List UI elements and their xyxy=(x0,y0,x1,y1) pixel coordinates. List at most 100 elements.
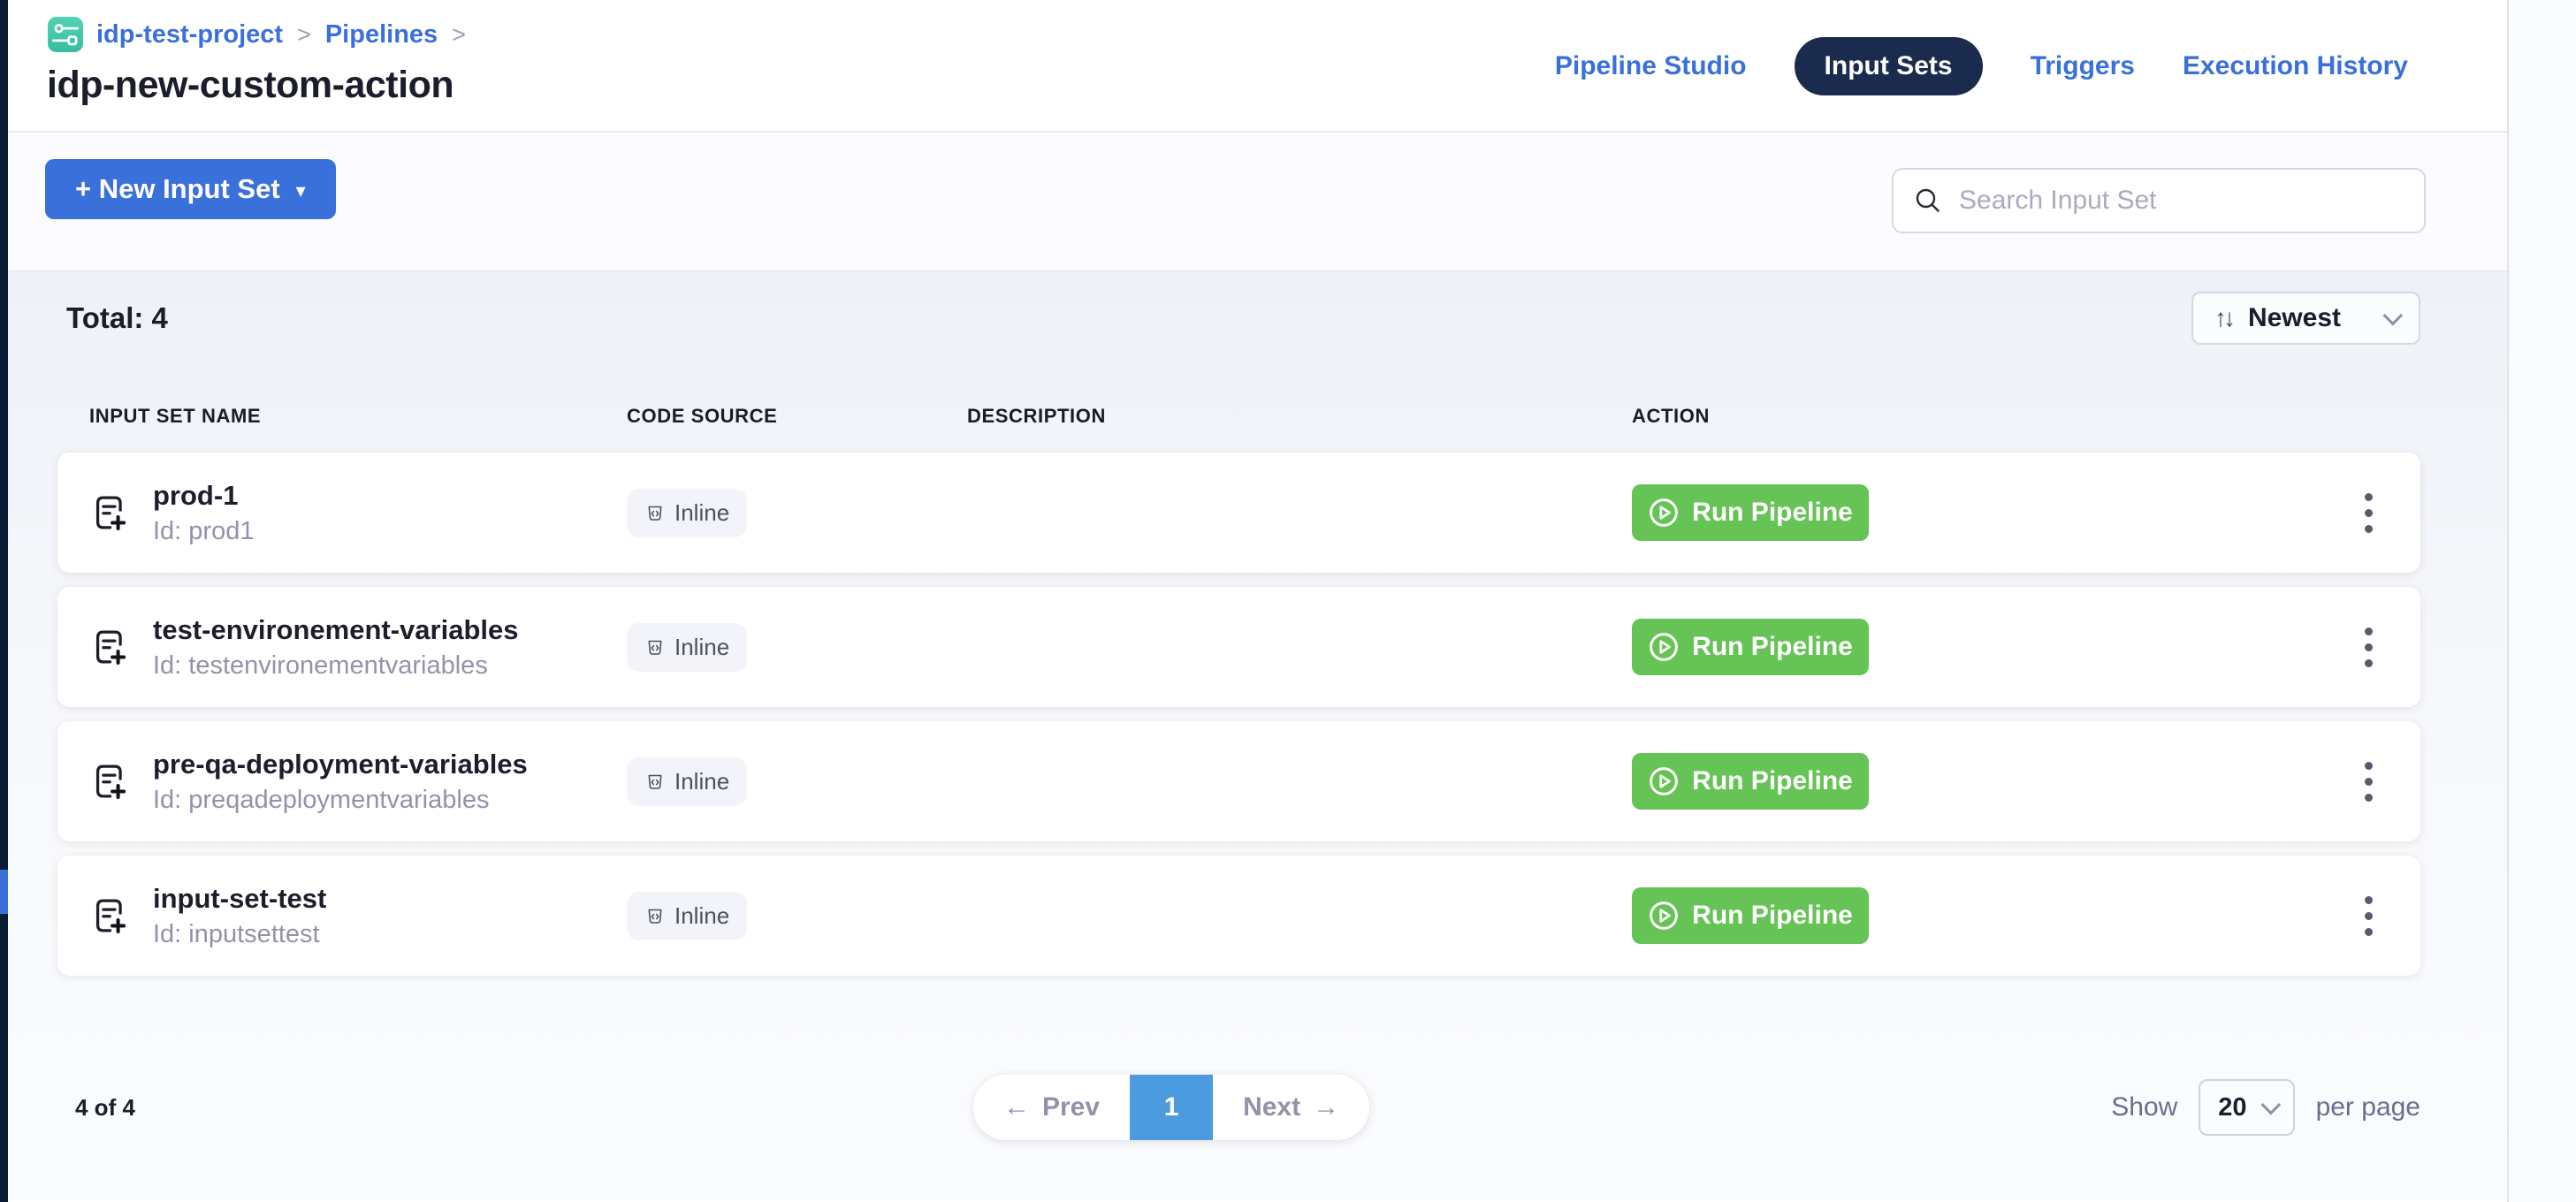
input-set-name: prod-1 xyxy=(153,480,254,512)
per-page-label: per page xyxy=(2316,1092,2420,1122)
input-set-icon xyxy=(89,492,130,533)
breadcrumb-project-link[interactable]: idp-test-project xyxy=(96,20,283,49)
action-cell: Run Pipeline xyxy=(1632,753,2314,810)
pagination-count: 4 of 4 xyxy=(57,1094,135,1122)
arrow-left-icon: ← xyxy=(1003,1092,1030,1122)
screen: idp-test-project > Pipelines > idp-new-c… xyxy=(0,0,2576,1202)
pipeline-tabs: Pipeline Studio Input Sets Triggers Exec… xyxy=(1555,0,2408,133)
pagination-row: 4 of 4 ← Prev 1 Next → Show 20 xyxy=(57,1068,2420,1147)
table-header-row: INPUT SET NAME CODE SOURCE DESCRIPTION A… xyxy=(57,405,2420,428)
run-pipeline-button[interactable]: Run Pipeline xyxy=(1632,484,1869,541)
chevron-down-icon xyxy=(2260,1095,2281,1115)
code-source-cell: Inline xyxy=(627,892,967,940)
page-size-control: Show 20 per page xyxy=(2111,1079,2420,1136)
page-header: idp-test-project > Pipelines > idp-new-c… xyxy=(8,0,2507,133)
input-set-name-cell: input-set-test Id: inputsettest xyxy=(89,883,627,949)
new-input-set-label: + New Input Set xyxy=(75,173,280,205)
toolbar: + New Input Set ▾ xyxy=(8,133,2507,272)
input-set-id: Id: prod1 xyxy=(153,517,254,546)
play-icon xyxy=(1648,900,1680,932)
run-pipeline-button[interactable]: Run Pipeline xyxy=(1632,753,1869,810)
list-meta-row: Total: 4 ↑↓ Newest xyxy=(57,272,2420,345)
main-panel: idp-test-project > Pipelines > idp-new-c… xyxy=(8,0,2507,1202)
code-source-badge: Inline xyxy=(627,489,747,537)
sidebar-active-indicator xyxy=(0,870,8,914)
breadcrumb-separator: > xyxy=(450,21,468,49)
code-source-cell: Inline xyxy=(627,489,967,537)
new-input-set-button[interactable]: + New Input Set ▾ xyxy=(45,159,336,219)
code-source-cell: Inline xyxy=(627,757,967,806)
row-menu-button[interactable] xyxy=(2349,884,2389,948)
pipelines-logo-icon xyxy=(47,16,84,53)
play-icon xyxy=(1648,765,1680,797)
input-set-name-cell: pre-qa-deployment-variables Id: preqadep… xyxy=(89,749,627,815)
column-header-action: ACTION xyxy=(1632,405,2314,428)
row-menu-button[interactable] xyxy=(2349,481,2389,545)
input-set-name: pre-qa-deployment-variables xyxy=(153,749,528,780)
total-count-label: Total: 4 xyxy=(66,301,168,335)
kebab-icon xyxy=(2365,493,2373,501)
right-gutter xyxy=(2507,0,2576,1202)
input-set-name: input-set-test xyxy=(153,883,326,915)
input-set-id: Id: preqadeploymentvariables xyxy=(153,786,528,815)
input-set-icon xyxy=(89,761,130,802)
code-source-badge: Inline xyxy=(627,623,747,672)
table-row[interactable]: pre-qa-deployment-variables Id: preqadep… xyxy=(57,721,2420,841)
page-1-button[interactable]: 1 xyxy=(1130,1075,1213,1140)
code-source-cell: Inline xyxy=(627,623,967,672)
tab-pipeline-studio[interactable]: Pipeline Studio xyxy=(1555,51,1747,81)
table-row[interactable]: input-set-test Id: inputsettest Inline xyxy=(57,856,2420,976)
table-row[interactable]: test-environement-variables Id: testenvi… xyxy=(57,587,2420,707)
sort-icon: ↑↓ xyxy=(2214,304,2232,332)
kebab-icon xyxy=(2365,628,2373,635)
tab-triggers[interactable]: Triggers xyxy=(2031,51,2135,81)
search-box xyxy=(1892,168,2426,233)
inline-store-icon xyxy=(644,905,666,926)
next-page-button[interactable]: Next → xyxy=(1213,1075,1369,1140)
action-cell: Run Pipeline xyxy=(1632,619,2314,675)
collapsed-sidebar[interactable] xyxy=(0,0,8,1202)
run-pipeline-button[interactable]: Run Pipeline xyxy=(1632,619,1869,675)
breadcrumb-pipelines-link[interactable]: Pipelines xyxy=(325,20,438,49)
sort-dropdown[interactable]: ↑↓ Newest xyxy=(2191,292,2420,345)
input-set-id: Id: inputsettest xyxy=(153,920,326,949)
row-menu-button[interactable] xyxy=(2349,615,2389,680)
input-sets-list: Total: 4 ↑↓ Newest INPUT SET NAME CODE S… xyxy=(8,272,2507,1200)
input-set-icon xyxy=(89,627,130,667)
input-set-name-cell: test-environement-variables Id: testenvi… xyxy=(89,614,627,681)
inline-store-icon xyxy=(644,502,666,523)
input-set-name-cell: prod-1 Id: prod1 xyxy=(89,480,627,546)
search-input[interactable] xyxy=(1959,186,2405,216)
kebab-icon xyxy=(2365,896,2373,904)
code-source-badge: Inline xyxy=(627,892,747,940)
show-label: Show xyxy=(2111,1092,2177,1122)
row-menu-button[interactable] xyxy=(2349,749,2389,814)
table-body: prod-1 Id: prod1 Inline xyxy=(57,453,2420,976)
page-title: idp-new-custom-action xyxy=(47,64,453,107)
run-pipeline-button[interactable]: Run Pipeline xyxy=(1632,887,1869,944)
search-icon xyxy=(1913,186,1943,216)
arrow-right-icon: → xyxy=(1313,1092,1339,1122)
column-header-input-set-name: INPUT SET NAME xyxy=(89,405,627,428)
chevron-down-icon xyxy=(2383,306,2404,326)
sort-value: Newest xyxy=(2248,303,2367,333)
play-icon xyxy=(1648,497,1680,529)
pagination-pill: ← Prev 1 Next → xyxy=(973,1075,1369,1140)
input-set-name: test-environement-variables xyxy=(153,614,518,646)
play-icon xyxy=(1648,631,1680,663)
caret-down-icon: ▾ xyxy=(296,176,306,202)
input-set-id: Id: testenvironementvariables xyxy=(153,651,518,681)
breadcrumb-separator: > xyxy=(295,21,313,49)
column-header-code-source: CODE SOURCE xyxy=(627,405,967,428)
code-source-badge: Inline xyxy=(627,757,747,806)
action-cell: Run Pipeline xyxy=(1632,887,2314,944)
column-header-description: DESCRIPTION xyxy=(967,405,1632,428)
page-size-select[interactable]: 20 xyxy=(2199,1079,2294,1136)
kebab-icon xyxy=(2365,762,2373,770)
tab-input-sets[interactable]: Input Sets xyxy=(1795,37,1983,95)
table-row[interactable]: prod-1 Id: prod1 Inline xyxy=(57,453,2420,573)
input-set-icon xyxy=(89,895,130,936)
prev-page-button[interactable]: ← Prev xyxy=(973,1075,1130,1140)
inline-store-icon xyxy=(644,771,666,792)
tab-execution-history[interactable]: Execution History xyxy=(2183,51,2408,81)
